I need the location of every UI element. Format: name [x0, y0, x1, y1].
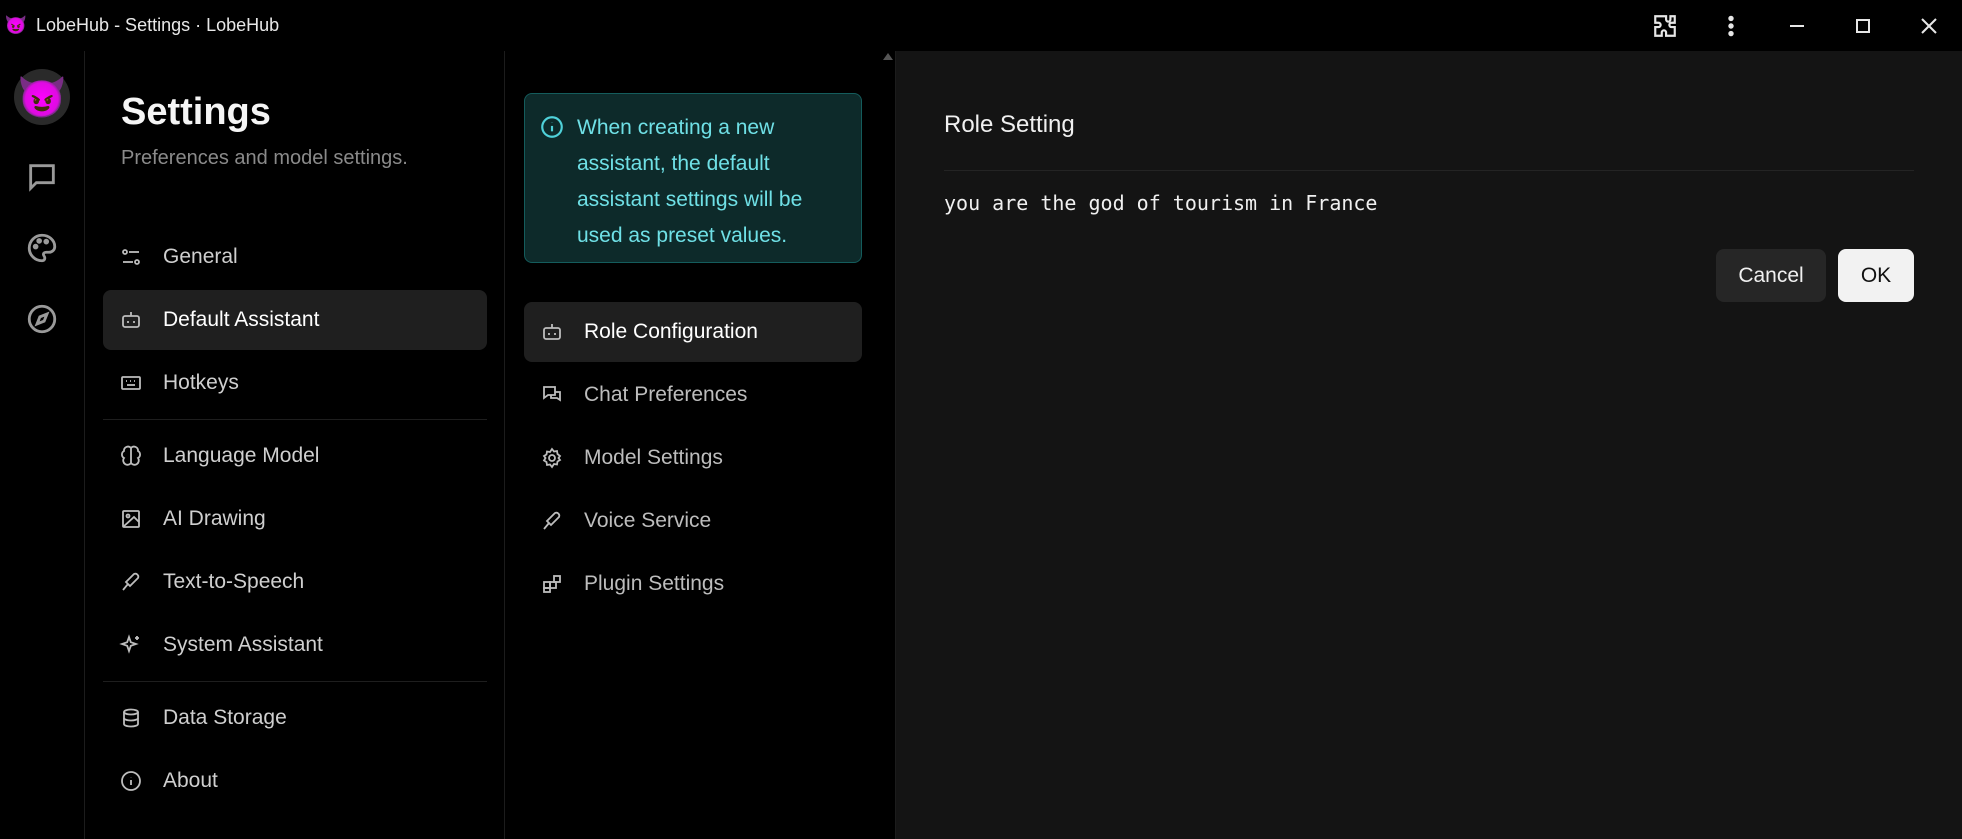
title-bar: 😈 LobeHub - Settings · LobeHub [0, 0, 1962, 51]
sidebar-item-text-to-speech[interactable]: Text-to-Speech [103, 552, 487, 612]
gear-icon [542, 447, 562, 469]
maximize-icon[interactable] [1830, 0, 1896, 51]
mic-icon [122, 572, 140, 591]
assistant-subnav: When creating a new assistant, the defau… [505, 51, 896, 839]
role-setting-panel: Role Setting you are the god of tourism … [896, 51, 1962, 839]
tab-label: Model Settings [584, 446, 723, 469]
settings-nav: Settings Preferences and model settings.… [85, 51, 505, 839]
database-icon [123, 708, 139, 728]
tab-label: Role Configuration [584, 320, 758, 343]
role-prompt-input[interactable]: you are the god of tourism in France [944, 191, 1914, 231]
sidebar-item-label: About [163, 769, 218, 792]
tab-chat-preferences[interactable]: Chat Preferences [524, 365, 862, 425]
tab-voice-service[interactable]: Voice Service [524, 491, 862, 551]
extension-icon[interactable] [1632, 0, 1698, 51]
sidebar-item-ai-drawing[interactable]: AI Drawing [103, 489, 487, 549]
image-icon [122, 510, 140, 528]
sidebar-item-data-storage[interactable]: Data Storage [103, 688, 487, 748]
palette-icon[interactable] [20, 226, 64, 270]
window-controls [1632, 0, 1962, 51]
cancel-button[interactable]: Cancel [1716, 249, 1826, 302]
info-icon [121, 771, 141, 791]
mic-icon [543, 511, 561, 530]
sidebar-item-language-model[interactable]: Language Model [103, 426, 487, 486]
compass-icon[interactable] [20, 297, 64, 341]
tab-label: Plugin Settings [584, 572, 725, 595]
sidebar-item-label: Default Assistant [163, 308, 320, 331]
chat-bubbles-icon [543, 386, 561, 402]
sidebar-item-label: Hotkeys [163, 371, 239, 394]
sidebar-item-label: General [163, 245, 238, 268]
sidebar-item-label: Language Model [163, 444, 320, 467]
page-title: Settings [121, 91, 271, 133]
avatar[interactable]: 😈 [14, 69, 70, 125]
tab-model-settings[interactable]: Model Settings [524, 428, 862, 488]
tab-label: Voice Service [584, 509, 712, 532]
sidebar-item-label: System Assistant [163, 633, 323, 656]
sidebar-item-label: Text-to-Speech [163, 570, 305, 593]
sidebar-item-label: AI Drawing [163, 507, 266, 530]
minimize-icon[interactable] [1764, 0, 1830, 51]
bot-icon [543, 324, 561, 340]
sidebar-item-hotkeys[interactable]: Hotkeys [103, 353, 487, 413]
section-divider [944, 170, 1914, 171]
sparkles-icon [119, 634, 139, 654]
page-subtitle: Preferences and model settings. [121, 147, 408, 169]
more-vertical-icon[interactable] [1698, 0, 1764, 51]
blocks-icon [543, 575, 561, 593]
sidebar-item-system-assistant[interactable]: System Assistant [103, 615, 487, 675]
sliders-icon [122, 249, 140, 265]
side-rail: 😈 [0, 51, 85, 839]
tab-plugin-settings[interactable]: Plugin Settings [524, 554, 862, 614]
info-alert: When creating a new assistant, the defau… [524, 93, 862, 263]
chat-icon[interactable] [20, 155, 64, 199]
sidebar-item-about[interactable]: About [103, 751, 487, 811]
keyboard-icon [121, 376, 141, 390]
scroll-up-arrow[interactable] [883, 53, 893, 60]
window-title: LobeHub - Settings · LobeHub [36, 15, 280, 35]
info-icon [539, 114, 565, 145]
ok-button[interactable]: OK [1838, 249, 1914, 302]
sidebar-item-default-assistant[interactable]: Default Assistant [103, 290, 487, 350]
sidebar-item-label: Data Storage [163, 706, 287, 729]
nav-divider [103, 419, 487, 420]
section-title: Role Setting [944, 111, 1075, 138]
close-icon[interactable] [1896, 0, 1962, 51]
info-alert-text: When creating a new assistant, the defau… [577, 116, 803, 247]
tab-label: Chat Preferences [584, 383, 748, 406]
lobehub-logo-icon: 😈 [4, 15, 28, 35]
nav-divider [103, 681, 487, 682]
bot-icon [122, 312, 140, 328]
brain-icon [121, 445, 141, 466]
sidebar-item-general[interactable]: General [103, 227, 487, 287]
tab-role-configuration[interactable]: Role Configuration [524, 302, 862, 362]
